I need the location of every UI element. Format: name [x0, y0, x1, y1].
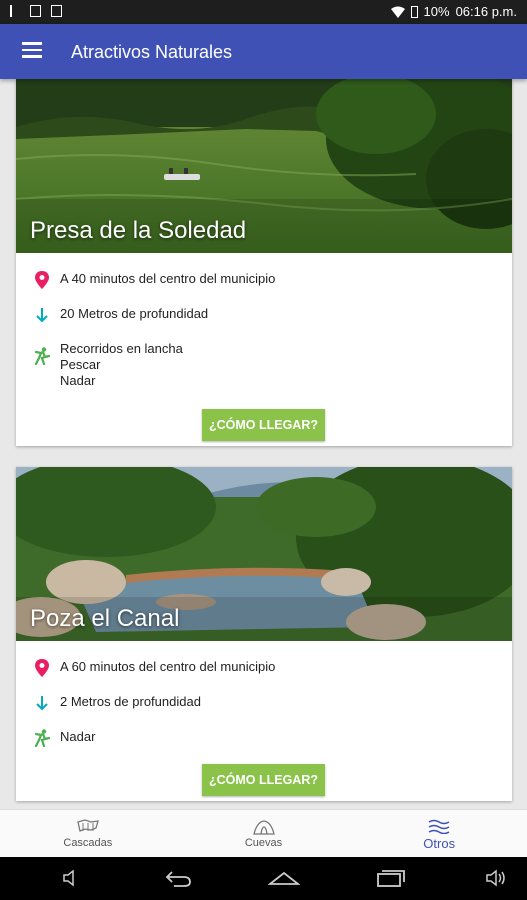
activity-icon: [34, 729, 50, 747]
distance-text: A 60 minutos del centro del municipio: [60, 659, 276, 674]
battery-icon: [410, 5, 418, 18]
nav-label: Cascadas: [63, 837, 113, 849]
nav-label: Otros: [423, 835, 456, 851]
places-list[interactable]: Presa de la Soledad A 40 minutos del cen…: [0, 79, 527, 809]
activity-item: Nadar: [60, 729, 96, 744]
river-icon: [428, 819, 450, 834]
depth-text: 2 Metros de profundidad: [60, 694, 201, 709]
activity-item: Pescar: [60, 357, 101, 372]
location-pin-icon: [35, 659, 49, 677]
back-icon[interactable]: [164, 869, 192, 887]
clock: 06:16 p.m.: [455, 4, 517, 19]
depth-row: 2 Metros de profundidad: [34, 694, 512, 712]
recent-apps-icon[interactable]: [376, 869, 406, 887]
arrow-down-icon: [36, 696, 48, 711]
home-icon[interactable]: [268, 869, 300, 887]
place-photo: Poza el Canal: [16, 467, 512, 641]
place-title: Poza el Canal: [30, 605, 180, 632]
activity-icon: [34, 347, 50, 365]
app-title: Atractivos Naturales: [71, 42, 233, 62]
depth-text: 20 Metros de profundidad: [60, 306, 209, 321]
battery-level: 10%: [423, 4, 450, 19]
location-pin-icon: [35, 271, 49, 289]
bottom-navigation: Cascadas Cuevas Otros: [0, 809, 527, 858]
wifi-icon: [390, 6, 405, 18]
system-navigation-bar: [0, 857, 527, 900]
place-card: Presa de la Soledad A 40 minutos del cen…: [16, 79, 512, 446]
sim-icon: [51, 5, 62, 17]
usb-icon: [10, 5, 20, 17]
directions-button[interactable]: ¿CÓMO LLEGAR?: [202, 764, 325, 796]
distance-row: A 40 minutos del centro del municipio: [34, 271, 512, 289]
activity-item: Nadar: [60, 373, 96, 388]
distance-text: A 40 minutos del centro del municipio: [60, 271, 276, 286]
nav-item-cuevas[interactable]: Cuevas: [176, 810, 352, 858]
status-bar: 10% 06:16 p.m.: [0, 0, 527, 24]
directions-button[interactable]: ¿CÓMO LLEGAR?: [202, 409, 325, 441]
volume-down-icon[interactable]: [62, 869, 80, 887]
cave-icon: [252, 820, 275, 835]
hamburger-menu-icon[interactable]: [22, 42, 42, 58]
waterfall-icon: [77, 819, 99, 832]
depth-row: 20 Metros de profundidad: [34, 306, 512, 324]
activities-row: Nadar: [34, 729, 512, 747]
nav-item-otros[interactable]: Otros: [351, 810, 527, 858]
arrow-down-icon: [36, 308, 48, 323]
activities-row: Recorridos en lancha Pescar Nadar: [34, 341, 512, 389]
activities-list: Recorridos en lancha Pescar Nadar: [60, 341, 183, 389]
activities-list: Nadar: [60, 729, 95, 745]
place-photo: Presa de la Soledad: [16, 79, 512, 253]
distance-row: A 60 minutos del centro del municipio: [34, 659, 512, 677]
nav-label: Cuevas: [244, 837, 283, 849]
activity-item: Recorridos en lancha: [60, 341, 183, 356]
screenshot-icon: [30, 5, 41, 17]
volume-up-icon[interactable]: [485, 869, 507, 887]
place-title: Presa de la Soledad: [30, 217, 247, 244]
place-card: Poza el Canal A 60 minutos del centro de…: [16, 467, 512, 801]
nav-item-cascadas[interactable]: Cascadas: [0, 810, 176, 858]
app-bar: Atractivos Naturales: [0, 24, 527, 79]
